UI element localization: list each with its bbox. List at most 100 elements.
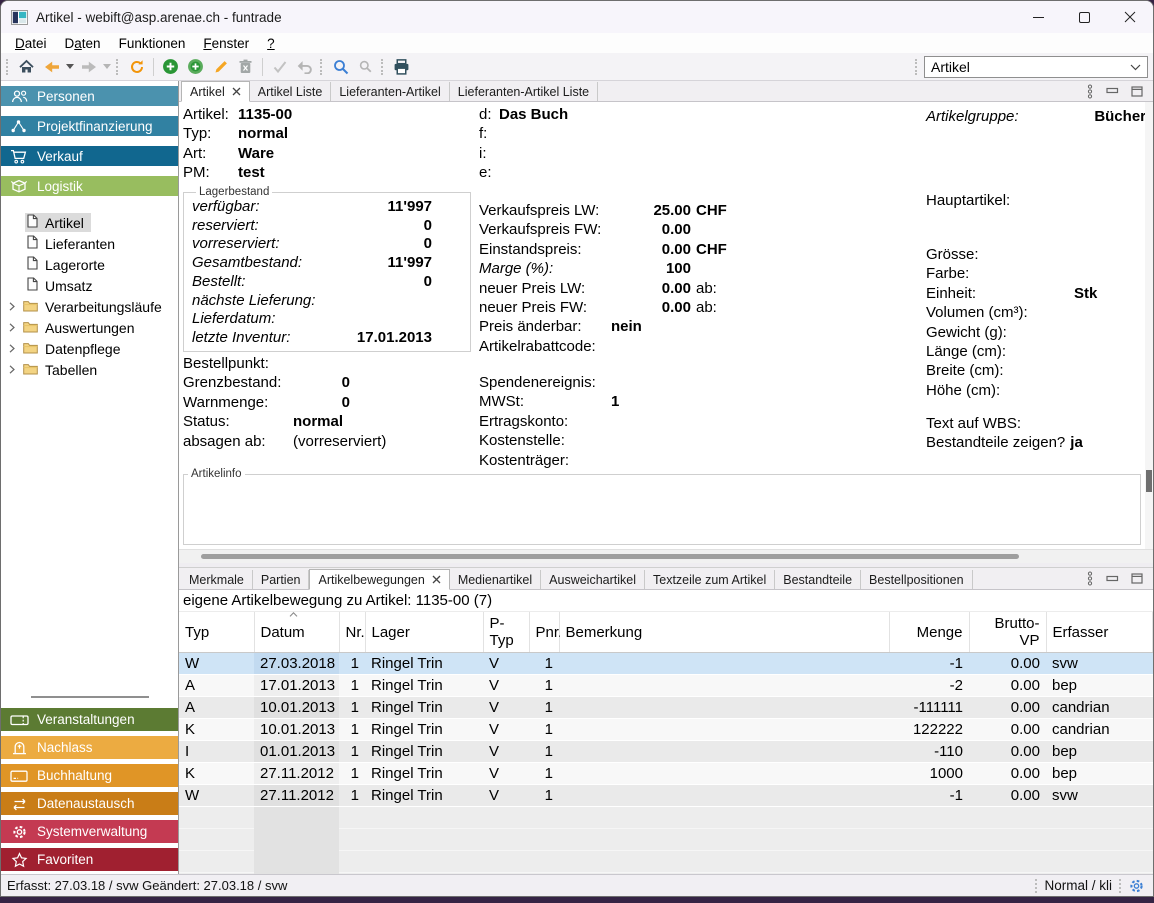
tree-item-lieferanten[interactable]: Lieferanten [1,233,178,254]
context-selector[interactable]: Artikel [924,56,1148,78]
caret-down-dark-icon[interactable] [64,55,76,79]
tab-bestellpositionen[interactable]: Bestellpositionen [861,570,973,589]
tab-partien[interactable]: Partien [253,570,310,589]
table-row[interactable]: I 01.01.2013 1 Ringel Trin V 1 -110 0.00… [179,741,1153,763]
tree-item-label: Datenpflege [45,341,121,357]
table-row[interactable]: K 10.01.2013 1 Ringel Trin V 1 122222 0.… [179,719,1153,741]
tree-item-auswertungen[interactable]: Auswertungen [1,317,178,338]
artikelgruppe-value[interactable]: Bücher [1094,108,1146,125]
menu-daten[interactable]: Daten [56,36,110,51]
menu-hilfe[interactable]: ? [258,36,284,51]
column-nr[interactable]: Nr. [339,612,365,653]
refresh-icon[interactable] [124,55,149,79]
close-icon[interactable] [1107,1,1153,33]
panel-menu-icon[interactable] [1086,571,1094,586]
sidebar-item-personen[interactable]: Personen [1,86,178,106]
column-bemerkung[interactable]: Bemerkung [559,612,889,653]
vertical-scrollbar[interactable] [1145,102,1153,549]
column-datum[interactable]: Datum [254,612,339,653]
tree-item-verarbeitungslaeufe[interactable]: Verarbeitungsläufe [1,296,178,317]
column-brutto-vp[interactable]: Brutto-VP [969,612,1046,653]
tree-item-artikel[interactable]: Artikel [1,212,178,233]
column-typ[interactable]: Typ [179,612,254,653]
search-small-icon[interactable] [353,55,378,79]
gear-icon[interactable] [1128,878,1145,894]
back-arrow-icon[interactable] [39,55,64,79]
print-icon[interactable] [389,55,414,79]
tab-textzeile-zum-artikel[interactable]: Textzeile zum Artikel [645,570,775,589]
chevron-down-icon [1130,64,1141,71]
sidebar-item-logistik[interactable]: Logistik [1,176,178,196]
tab-bestandteile[interactable]: Bestandteile [775,570,861,589]
table-row[interactable]: W 27.03.2018 1 Ringel Trin V 1 -1 0.00 s… [179,653,1153,675]
panel-restore-icon[interactable] [1131,86,1143,97]
tab-lieferanten-artikel-liste[interactable]: Lieferanten-Artikel Liste [450,82,598,101]
document-icon [27,256,38,273]
accounting-field: Spendenereignis: [479,373,691,392]
artikelgruppe-field: Artikelgruppe: Bücher [926,108,1146,125]
chevron-right-icon[interactable] [9,344,21,353]
chevron-right-icon[interactable] [9,323,21,332]
tab-lieferanten-artikel[interactable]: Lieferanten-Artikel [331,82,449,101]
sidebar-item-nachlass[interactable]: Nachlass [1,736,178,759]
panel-minimize-icon[interactable] [1106,86,1119,96]
table-row[interactable]: K 27.11.2012 1 Ringel Trin V 1 1000 0.00… [179,763,1153,785]
horizontal-scrollbar-thumb[interactable] [201,554,1019,559]
delete-trash-icon[interactable] [233,55,258,79]
tab-merkmale[interactable]: Merkmale [181,570,253,589]
stock-field: reserviert:0 [192,217,462,236]
card-icon [9,769,29,783]
confirm-check-icon[interactable] [267,55,292,79]
document-icon [27,214,38,231]
tree-item-lagerorte[interactable]: Lagerorte [1,254,178,275]
tab-ausweichartikel[interactable]: Ausweichartikel [541,570,645,589]
sidebar-item-veranstaltungen[interactable]: Veranstaltungen [1,708,178,731]
tree-item-umsatz[interactable]: Umsatz [1,275,178,296]
chevron-right-icon[interactable] [9,302,21,311]
column-pnr[interactable]: Pnr. [529,612,559,653]
tab-artikel-liste[interactable]: Artikel Liste [250,82,332,101]
add-record-icon[interactable] [158,55,183,79]
tree-item-datenpflege[interactable]: Datenpflege [1,338,178,359]
sidebar-item-verkauf[interactable]: Verkauf [1,146,178,166]
vertical-scrollbar-thumb[interactable] [1146,470,1152,492]
sidebar-item-systemverwaltung[interactable]: Systemverwaltung [1,820,178,843]
caret-down-gray-icon[interactable] [101,55,113,79]
home-icon[interactable] [14,55,39,79]
column-menge[interactable]: Menge [889,612,969,653]
column-erfasser[interactable]: Erfasser [1046,612,1153,653]
sidebar-item-favoriten[interactable]: Favoriten [1,848,178,871]
tab-label: Merkmale [189,573,244,587]
close-tab-icon[interactable] [232,87,241,96]
chevron-right-icon[interactable] [9,365,21,374]
box-icon [9,178,29,194]
search-icon[interactable] [328,55,353,79]
minimize-icon[interactable] [1015,1,1061,33]
forward-arrow-icon[interactable] [76,55,101,79]
tree-item-tabellen[interactable]: Tabellen [1,359,178,380]
close-tab-icon[interactable] [432,575,441,584]
panel-menu-icon[interactable] [1086,84,1094,99]
horizontal-scrollbar[interactable] [179,549,1153,563]
maximize-icon[interactable] [1061,1,1107,33]
sidebar-item-projektfinanzierung[interactable]: Projektfinanzierung [1,116,178,136]
column-lager[interactable]: Lager [365,612,483,653]
table-row[interactable]: A 17.01.2013 1 Ringel Trin V 1 -2 0.00 b… [179,675,1153,697]
edit-pencil-icon[interactable] [208,55,233,79]
sidebar-item-buchhaltung[interactable]: Buchhaltung [1,764,178,787]
tab-artikelbewegungen[interactable]: Artikelbewegungen [309,569,449,590]
column-ptyp[interactable]: P-Typ [483,612,529,653]
menu-datei[interactable]: Datei [6,36,56,51]
table-row[interactable]: W 27.11.2012 1 Ringel Trin V 1 -1 0.00 s… [179,785,1153,807]
menu-funktionen[interactable]: Funktionen [110,36,195,51]
panel-minimize-icon[interactable] [1106,574,1119,584]
panel-restore-icon[interactable] [1131,573,1143,584]
sidebar-item-datenaustausch[interactable]: Datenaustausch [1,792,178,815]
tab-artikel[interactable]: Artikel [181,81,250,102]
menu-fenster[interactable]: Fenster [194,36,258,51]
duplicate-record-icon[interactable] [183,55,208,79]
undo-icon[interactable] [292,55,317,79]
tree-item-label: Lieferanten [45,236,115,252]
tab-medienartikel[interactable]: Medienartikel [450,570,541,589]
table-row[interactable]: A 10.01.2013 1 Ringel Trin V 1 -111111 0… [179,697,1153,719]
